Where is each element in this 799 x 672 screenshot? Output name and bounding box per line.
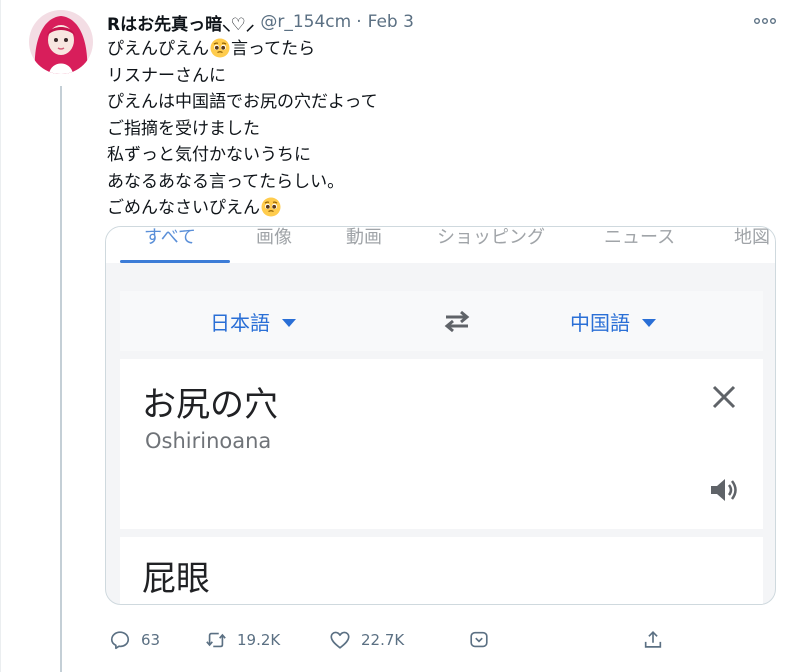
tweet-text-line: 私ずっと気付かないうちに (107, 142, 747, 169)
reply-button[interactable]: 63 (109, 627, 160, 653)
tweet-text-line: ごめんなさいぴえん (107, 195, 747, 222)
target-language: 中国語 (570, 307, 656, 336)
close-icon (712, 385, 736, 409)
tweet-date[interactable]: Feb 3 (368, 12, 414, 32)
source-text: お尻の穴 (142, 385, 278, 425)
translation-text: 屁眼 (142, 559, 210, 599)
tweet-text-line: あなるあなる言ってたらしい。 (107, 169, 747, 196)
tweet-text-segment: ぴえんぴえん (107, 39, 209, 59)
tweet-text-segment: あなるあなる言ってたらしい。 (107, 171, 345, 192)
like-button[interactable]: 22.7K (329, 627, 404, 653)
tweet-text-line: リスナーさんに (107, 63, 747, 90)
tweet-text-segment: ぴえんは中国語でお尻の穴だよって (107, 92, 378, 112)
like-count: 22.7K (361, 631, 405, 649)
source-language: 日本語 (210, 307, 296, 336)
search-tabs: すべて 画像 動画 ショッピング ニュース 地図 (106, 227, 775, 263)
share-icon (644, 631, 662, 648)
reply-icon (110, 631, 130, 650)
tab-images: 画像 (256, 227, 292, 248)
tweet-text-segment: ご指摘を受けました (107, 118, 260, 139)
separator-dot: · (356, 12, 362, 32)
tweet-text-line: ぴえんぴえん 言ってたら (107, 36, 747, 63)
tab-maps: 地図 (734, 227, 770, 248)
thread-line (60, 86, 62, 672)
tweet-media-image[interactable]: すべて 画像 動画 ショッピング ニュース 地図 日本語 中国語 お尻の穴 Os… (105, 226, 776, 605)
tweet-text-line: ぴえんは中国語でお尻の穴だよって (107, 89, 747, 116)
tweet-actions: 63 19.2K 22.7K (1, 620, 799, 660)
source-romanization: Oshirinoana (145, 429, 272, 453)
active-tab-indicator (120, 260, 230, 263)
tab-videos: 動画 (346, 227, 382, 248)
pleading-face-emoji (261, 197, 281, 217)
tweet-text-segment: ごめんなさいぴえん (107, 198, 260, 218)
more-horizontal-icon (754, 18, 776, 24)
retweet-icon (206, 632, 226, 648)
author-name[interactable]: Rはお先真っ暗⸜♡⸝‍ (107, 10, 254, 35)
tab-all: すべて (144, 227, 197, 248)
tweet-text: ぴえんぴえん 言ってたら リスナーさんにぴえんは中国語でお尻の穴だよって ご指摘を受け… (107, 36, 747, 222)
tweet-text-segment: 私ずっと気付かないうちに (107, 145, 311, 165)
swap-languages-icon (444, 310, 470, 333)
tweet-text-line: ご指摘を受けました (107, 116, 747, 143)
reply-count: 63 (141, 631, 161, 649)
bookmark-button[interactable] (468, 627, 490, 653)
retweet-button[interactable]: 19.2K (205, 627, 280, 653)
caret-down-icon (642, 319, 656, 327)
tab-news: ニュース (604, 227, 676, 248)
tab-shopping: ショッピング (437, 227, 545, 248)
share-button[interactable] (642, 627, 664, 653)
avatar[interactable] (29, 10, 93, 74)
author-handle[interactable]: @r_154cm (260, 12, 351, 32)
caret-down-icon (282, 319, 296, 327)
bookmark-icon (470, 631, 488, 648)
retweet-count: 19.2K (237, 631, 281, 649)
tweet-header: Rはお先真っ暗⸜♡⸝‍ @r_154cm · Feb 3 (107, 10, 414, 35)
source-text-panel: お尻の穴 Oshirinoana (120, 359, 763, 529)
like-icon (330, 631, 350, 649)
speaker-icon (711, 479, 737, 501)
pleading-face-emoji (210, 38, 230, 58)
translation-panel: 屁眼 (120, 537, 763, 604)
tweet-text-segment: 言ってたら (231, 39, 316, 59)
more-options-button[interactable] (748, 8, 782, 34)
tweet[interactable]: Rはお先真っ暗⸜♡⸝‍ @r_154cm · Feb 3 ぴえんぴえん 言ってたら… (0, 0, 799, 672)
language-selector-bar: 日本語 中国語 (120, 291, 763, 351)
tweet-text-segment: リスナーさんに (107, 65, 226, 86)
